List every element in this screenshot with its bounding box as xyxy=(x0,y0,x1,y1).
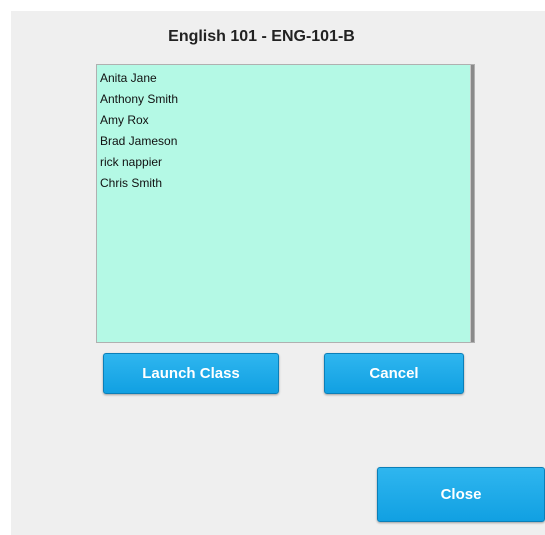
close-button[interactable]: Close xyxy=(377,467,545,522)
list-scrollbar[interactable] xyxy=(470,65,474,342)
launch-class-button[interactable]: Launch Class xyxy=(103,353,279,394)
student-item[interactable]: Chris Smith xyxy=(100,173,474,194)
student-list-items: Anita Jane Anthony Smith Amy Rox Brad Ja… xyxy=(97,65,474,194)
student-list[interactable]: Anita Jane Anthony Smith Amy Rox Brad Ja… xyxy=(96,64,475,343)
cancel-button[interactable]: Cancel xyxy=(324,353,464,394)
student-item[interactable]: Anita Jane xyxy=(100,68,474,89)
list-scrollbar-thumb[interactable] xyxy=(471,65,474,342)
student-item[interactable]: Amy Rox xyxy=(100,110,474,131)
student-item[interactable]: rick nappier xyxy=(100,152,474,173)
student-item[interactable]: Anthony Smith xyxy=(100,89,474,110)
class-title: English 101 - ENG-101-B xyxy=(168,28,355,45)
student-item[interactable]: Brad Jameson xyxy=(100,131,474,152)
